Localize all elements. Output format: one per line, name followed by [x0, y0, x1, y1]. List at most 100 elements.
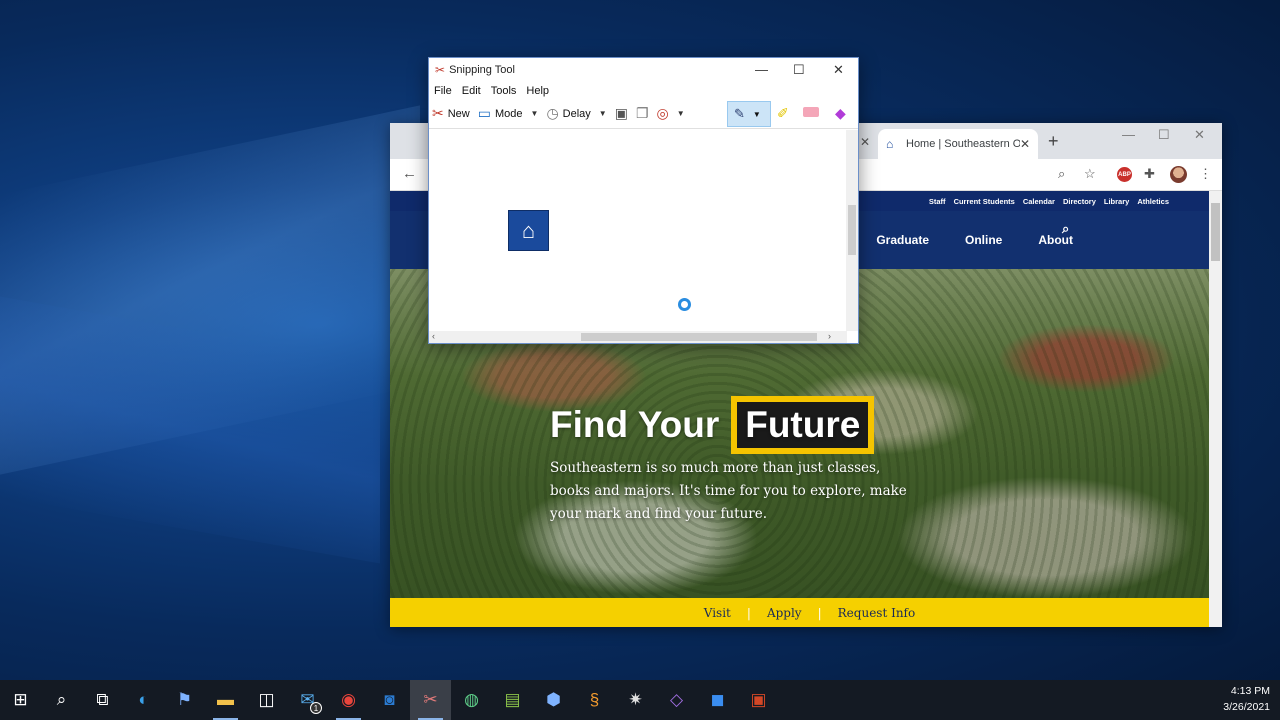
clock-icon: ◷ [546, 105, 559, 121]
utility-link-athletics[interactable]: Athletics [1137, 197, 1169, 206]
pen-icon: ✎ [734, 106, 745, 121]
new-tab-icon[interactable]: + [1048, 131, 1059, 152]
virtualbox-icon[interactable]: ⬢ [533, 680, 574, 720]
save-icon[interactable]: ▣ [615, 105, 628, 122]
file-explorer-icon[interactable]: ▬ [205, 680, 246, 720]
nav-graduate[interactable]: Graduate [876, 233, 929, 247]
new-label: New [447, 107, 470, 120]
utility-link-directory[interactable]: Directory [1063, 197, 1096, 206]
sublime-text-icon[interactable]: § [574, 680, 615, 720]
page-scrollbar[interactable] [1209, 191, 1222, 627]
cta-visit[interactable]: Visit [704, 606, 731, 620]
cta-apply[interactable]: Apply [767, 606, 802, 620]
bookmark-star-icon[interactable]: ☆ [1084, 166, 1096, 182]
scrollbar-thumb[interactable] [581, 333, 817, 341]
browser-tab-active[interactable]: ⌂ Home | Southeastern O ✕ [878, 129, 1038, 159]
maximize-icon[interactable]: ☐ [793, 62, 805, 78]
cta-request-info[interactable]: Request Info [838, 606, 916, 620]
store-icon[interactable]: ◫ [246, 680, 287, 720]
scroll-right-icon[interactable]: › [828, 331, 831, 341]
menu-edit[interactable]: Edit [462, 85, 481, 97]
utility-link-calendar[interactable]: Calendar [1023, 197, 1055, 206]
headline-find-your: Find Your [550, 404, 720, 445]
mail-badge: 1 [310, 702, 322, 714]
edge-icon[interactable]: ◐ [123, 680, 164, 720]
windows-taskbar: ⊞ ⌕ ⧉ ◐ ⚑ ▬ ◫ ✉ 1 ◉ ◙ ✂ ◍ ▤ ⬢ § ✷ ◇ ◼ ▣ 4… [0, 680, 1280, 720]
snipping-tool-titlebar: ✂ Snipping Tool — ☐ ✕ [429, 58, 858, 82]
tab-title: Home | Southeastern O [906, 138, 1020, 150]
delay-dropdown-icon[interactable]: ▼ [599, 109, 607, 118]
window-title: Snipping Tool [449, 64, 515, 76]
scroll-left-icon[interactable]: ‹ [432, 331, 435, 341]
task-view-icon[interactable]: ⧉ [82, 680, 123, 720]
cta-divider: | [746, 605, 751, 620]
copy-icon[interactable]: ❐ [636, 105, 649, 122]
chrome-icon[interactable]: ◉ [328, 680, 369, 720]
canvas-horizontal-scrollbar[interactable]: ‹ › [429, 331, 847, 343]
extensions-icon[interactable]: ✚ [1144, 166, 1155, 182]
search-icon[interactable]: ⌕ [41, 680, 82, 720]
hero-subtext: Southeastern is so much more than just c… [550, 460, 907, 522]
eraser-icon[interactable] [803, 107, 819, 117]
maximize-icon[interactable]: ☐ [1158, 127, 1170, 143]
clock-time: 4:13 PM [1230, 685, 1270, 697]
tab-close-icon[interactable]: ✕ [860, 135, 870, 149]
system-clock[interactable]: 4:13 PM 3/26/2021 [1223, 683, 1270, 715]
pen-button[interactable]: ✎ ▼ [727, 101, 771, 127]
close-icon[interactable]: ✕ [833, 62, 844, 78]
utility-link-current-students[interactable]: Current Students [954, 197, 1015, 206]
mail-icon[interactable]: ✉ 1 [287, 680, 328, 720]
send-snip-icon[interactable]: ◎ [657, 105, 669, 122]
search-icon[interactable]: ⌕ [1062, 221, 1069, 237]
minimize-icon[interactable]: — [1122, 127, 1135, 142]
pen-dropdown-icon[interactable]: ▼ [753, 110, 761, 119]
utility-link-library[interactable]: Library [1104, 197, 1129, 206]
minimize-icon[interactable]: — [755, 62, 768, 77]
send-dropdown-icon[interactable]: ▼ [677, 109, 685, 118]
mode-label: Mode [494, 107, 523, 120]
paint3d-icon[interactable]: ◆ [835, 105, 846, 122]
clock-date: 3/26/2021 [1223, 701, 1270, 713]
windows-start-icon[interactable]: ⊞ [0, 680, 41, 720]
maps-app-icon[interactable]: ◍ [451, 680, 492, 720]
mode-dropdown-icon[interactable]: ▼ [531, 109, 539, 118]
back-arrow-icon[interactable]: ← [402, 165, 417, 182]
hero-headline: Find Your Future [550, 396, 875, 454]
highlighter-icon[interactable]: ✐ [777, 105, 789, 122]
profile-avatar[interactable] [1170, 166, 1187, 183]
zoom-icon[interactable]: ⌕ [1058, 166, 1065, 182]
network-app-icon[interactable]: ⚑ [164, 680, 205, 720]
scrollbar-thumb[interactable] [1211, 203, 1220, 261]
scrollbar-thumb[interactable] [848, 205, 856, 255]
snipping-tool-window: ✂ Snipping Tool — ☐ ✕ File Edit Tools He… [428, 57, 859, 344]
spider-app-icon[interactable]: ✷ [615, 680, 656, 720]
menu-help[interactable]: Help [526, 85, 549, 97]
powerpoint-icon[interactable]: ▣ [738, 680, 779, 720]
utility-link-staff[interactable]: Staff [929, 197, 946, 206]
tab-close-icon[interactable]: ✕ [1020, 137, 1030, 151]
cta-divider: | [817, 605, 822, 620]
close-icon[interactable]: ✕ [1194, 127, 1205, 143]
delay-button[interactable]: ◷ Delay [546, 105, 590, 122]
adblock-icon[interactable]: ABP [1117, 167, 1132, 182]
zoom-icon[interactable]: ◼ [697, 680, 738, 720]
nav-online[interactable]: Online [965, 233, 1002, 247]
visual-studio-icon[interactable]: ◇ [656, 680, 697, 720]
menu-bar: File Edit Tools Help [429, 82, 858, 99]
cta-bar: Visit | Apply | Request Info [390, 598, 1209, 627]
canvas-vertical-scrollbar[interactable] [846, 130, 858, 331]
loading-spinner-icon [678, 298, 691, 311]
new-button[interactable]: ✂ New [432, 105, 470, 122]
menu-file[interactable]: File [434, 85, 452, 97]
university-favicon-icon: ⌂ [886, 137, 894, 151]
snipping-tool-icon[interactable]: ✂ [410, 680, 451, 720]
scissors-icon: ✂ [435, 63, 446, 77]
snip-canvas: ⌂ [429, 130, 847, 331]
mode-button[interactable]: ▭ Mode [478, 105, 523, 122]
outlook-icon[interactable]: ◙ [369, 680, 410, 720]
rectangle-mode-icon: ▭ [477, 105, 491, 121]
notepad-app-icon[interactable]: ▤ [492, 680, 533, 720]
menu-tools[interactable]: Tools [491, 85, 517, 97]
menu-dots-icon[interactable]: ⋮ [1199, 166, 1212, 182]
university-logo-icon: ⌂ [508, 210, 549, 251]
